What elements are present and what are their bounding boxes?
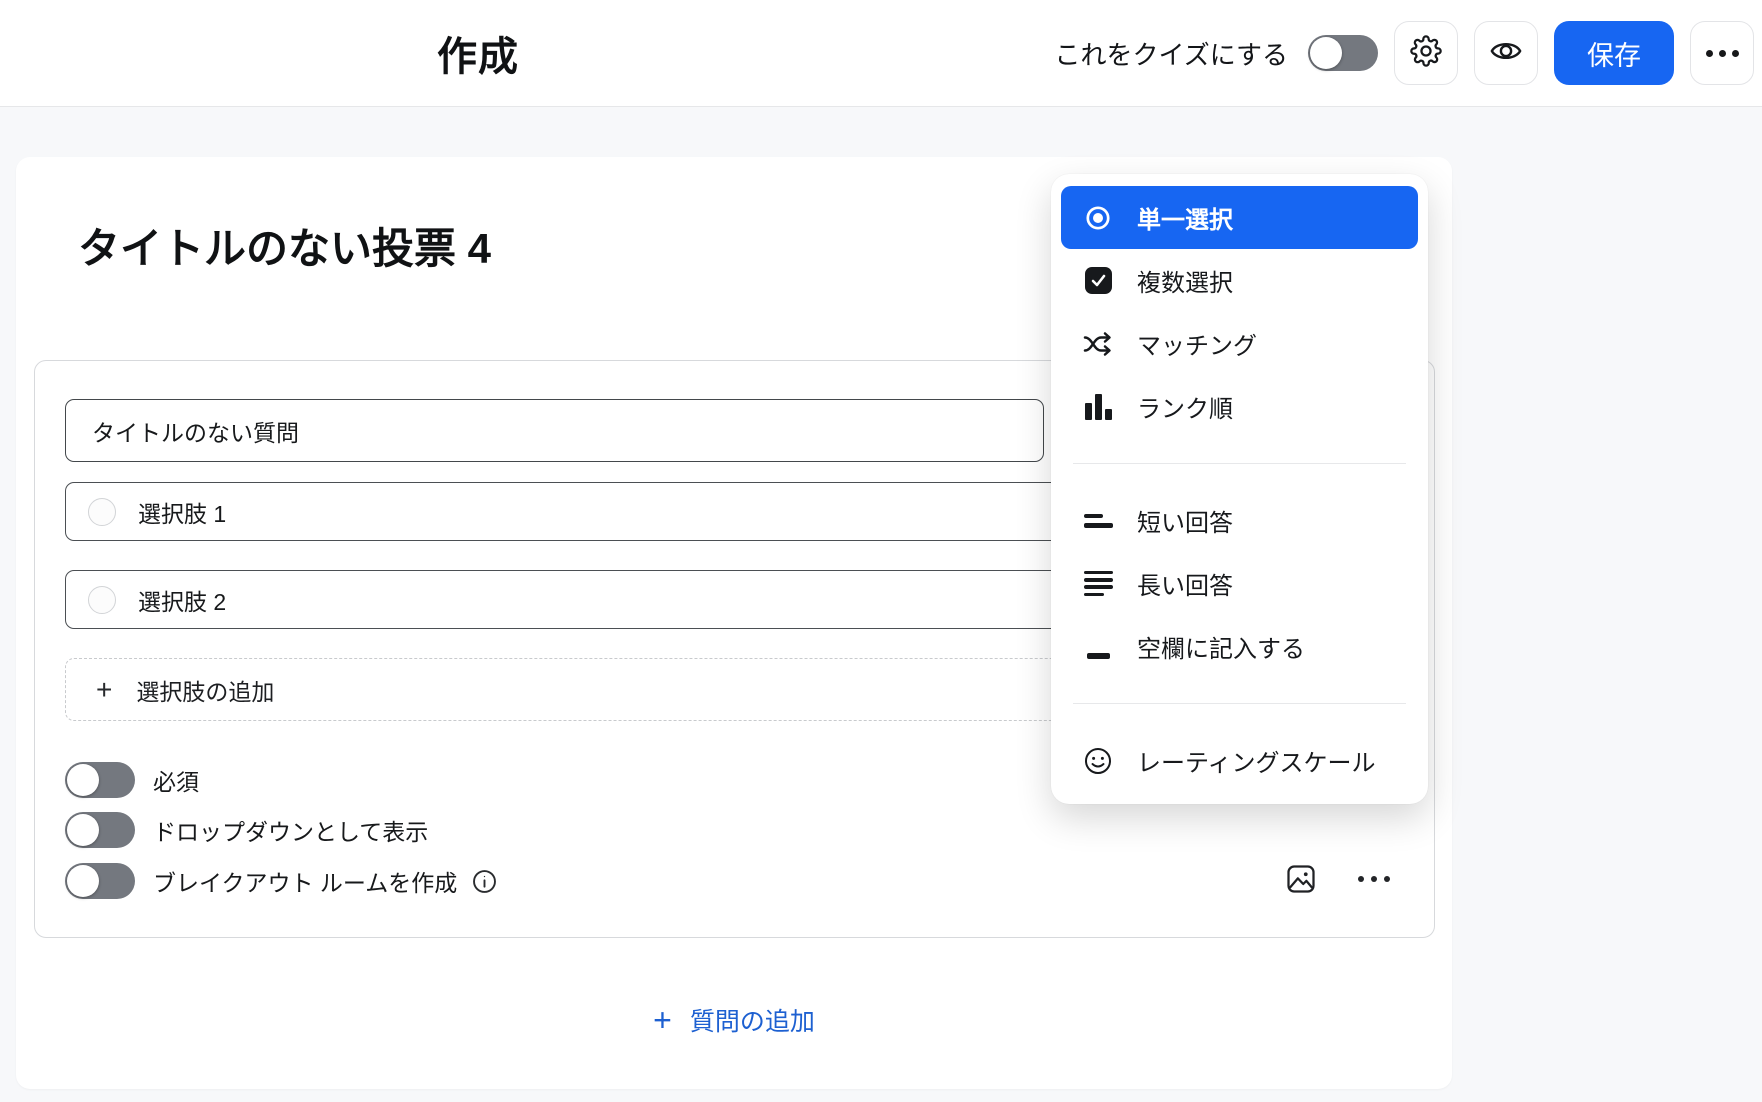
menu-item-single-choice[interactable]: 単一選択: [1061, 186, 1418, 249]
shuffle-icon: [1081, 331, 1115, 357]
checkbox-icon: [1081, 267, 1115, 294]
menu-item-label: マッチング: [1137, 326, 1257, 361]
menu-item-label: 単一選択: [1137, 200, 1233, 235]
short-answer-icon: [1081, 514, 1115, 528]
menu-item-short-answer[interactable]: 短い回答: [1061, 489, 1418, 552]
menu-item-rank-order[interactable]: ランク順: [1061, 375, 1418, 438]
menu-item-label: ランク順: [1137, 389, 1233, 424]
dropdown-toggle-row: ドロップダウンとして表示: [65, 812, 428, 848]
settings-button[interactable]: [1394, 21, 1458, 85]
menu-item-multiple-choice[interactable]: 複数選択: [1061, 249, 1418, 312]
top-bar: 作成 これをクイズにする 保存: [0, 0, 1762, 107]
option-label: 選択肢 1: [138, 495, 226, 529]
menu-item-label: 空欄に記入する: [1137, 629, 1305, 664]
menu-item-long-answer[interactable]: 長い回答: [1061, 552, 1418, 615]
page-title: 作成: [437, 24, 519, 82]
toggle-label: ドロップダウンとして表示: [153, 813, 428, 847]
menu-item-label: 長い回答: [1137, 566, 1233, 601]
breakout-toggle-row: ブレイクアウト ルームを作成: [65, 863, 498, 899]
question-card-actions: [1286, 859, 1390, 899]
toggle-knob: [67, 814, 99, 846]
menu-item-matching[interactable]: マッチング: [1061, 312, 1418, 375]
question-more-button[interactable]: [1358, 876, 1390, 882]
ellipsis-icon: [1706, 50, 1739, 57]
gear-icon: [1410, 35, 1442, 72]
add-question-label: 質問の追加: [690, 1002, 815, 1038]
toggle-label: ブレイクアウト ルームを作成: [153, 864, 457, 898]
eye-icon: [1489, 34, 1523, 73]
show-as-dropdown-toggle[interactable]: [65, 812, 135, 848]
plus-icon: +: [96, 676, 112, 704]
radio-icon: [88, 586, 116, 614]
required-toggle-row: 必須: [65, 762, 199, 798]
toggle-label: 必須: [153, 763, 199, 797]
top-bar-controls: これをクイズにする 保存: [1055, 0, 1754, 106]
required-toggle[interactable]: [65, 762, 135, 798]
menu-item-fill-in-blank[interactable]: 空欄に記入する: [1061, 615, 1418, 678]
poll-title[interactable]: タイトルのない投票 4: [78, 215, 491, 276]
long-answer-icon: [1081, 571, 1115, 597]
menu-item-label: レーティングスケール: [1137, 743, 1376, 778]
question-title-input[interactable]: タイトルのない質問: [65, 399, 1044, 462]
toggle-knob: [67, 865, 99, 897]
info-icon[interactable]: [471, 868, 498, 895]
menu-item-label: 短い回答: [1137, 503, 1233, 538]
smiley-icon: [1081, 746, 1115, 776]
more-options-button[interactable]: [1690, 21, 1754, 85]
preview-button[interactable]: [1474, 21, 1538, 85]
toggle-knob: [67, 764, 99, 796]
toggle-knob: [1310, 37, 1342, 69]
add-option-label: 選択肢の追加: [136, 673, 274, 707]
menu-item-rating-scale[interactable]: レーティングスケール: [1061, 729, 1418, 792]
option-label: 選択肢 2: [138, 583, 226, 617]
quiz-toggle-label: これをクイズにする: [1055, 35, 1288, 72]
menu-item-label: 複数選択: [1137, 263, 1233, 298]
add-image-button[interactable]: [1286, 864, 1316, 894]
radio-icon: [88, 498, 116, 526]
bar-chart-icon: [1081, 394, 1115, 420]
save-button[interactable]: 保存: [1554, 21, 1674, 85]
create-breakout-rooms-toggle[interactable]: [65, 863, 135, 899]
menu-divider: [1073, 703, 1406, 704]
fill-blank-icon: [1081, 635, 1115, 659]
menu-divider: [1073, 463, 1406, 464]
add-question-button[interactable]: + 質問の追加: [653, 1002, 815, 1038]
quiz-toggle[interactable]: [1308, 35, 1378, 71]
radio-selected-icon: [1081, 203, 1115, 233]
question-type-menu: 単一選択 複数選択 マッチング ランク順: [1051, 174, 1428, 804]
plus-icon: +: [653, 1004, 672, 1036]
